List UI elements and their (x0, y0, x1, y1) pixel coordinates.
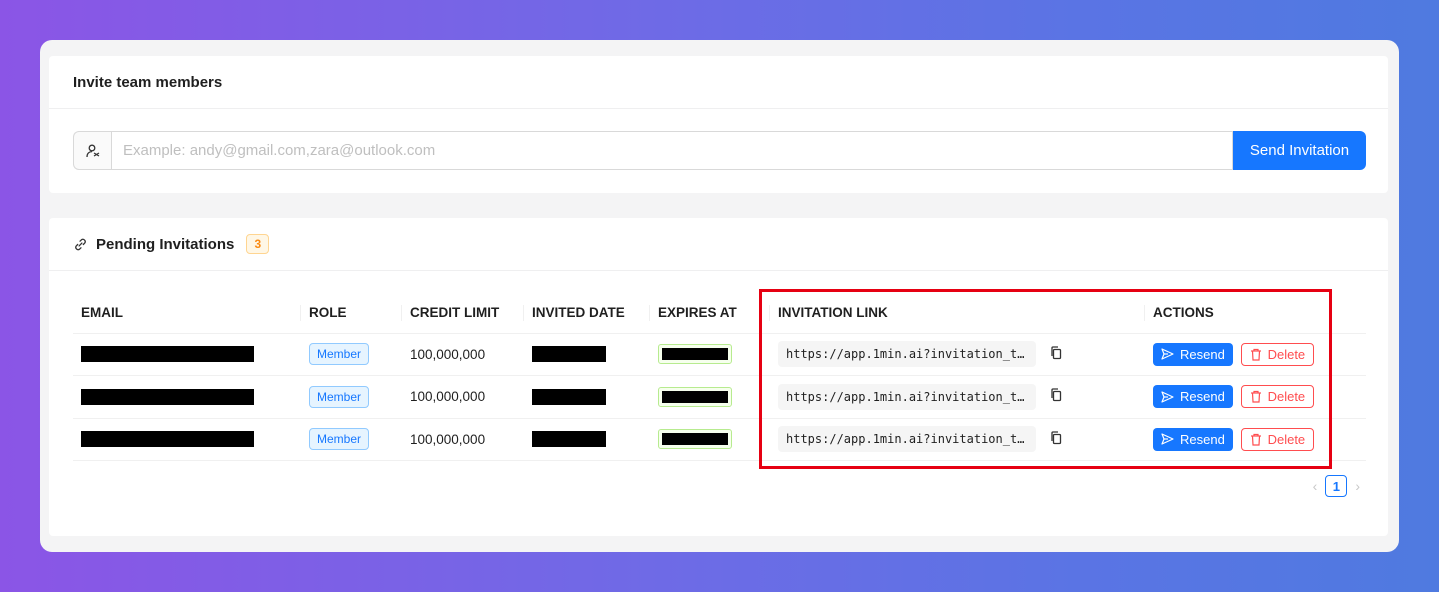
send-invitation-button[interactable]: Send Invitation (1233, 131, 1366, 170)
invite-form: Send Invitation (73, 131, 1366, 170)
email-input[interactable] (111, 131, 1233, 170)
pagination: ‹ 1 › (1313, 475, 1360, 497)
redacted-email (81, 346, 254, 363)
invite-card: Invite team members Send Invitation (49, 56, 1388, 193)
column-header-actions: ACTIONS (1145, 293, 1366, 334)
column-header-invited-date: INVITED DATE (524, 293, 650, 334)
copy-icon[interactable] (1050, 388, 1063, 405)
pending-header: Pending Invitations 3 (49, 218, 1388, 271)
delete-button[interactable]: Delete (1240, 427, 1315, 451)
page-number-current[interactable]: 1 (1325, 475, 1348, 497)
expires-tag (658, 429, 732, 450)
column-header-role: ROLE (301, 293, 402, 334)
table-row: Member 100,000,000 https://app.1min.ai?i… (73, 375, 1366, 419)
redacted-invited-date (532, 431, 606, 448)
invitation-link: https://app.1min.ai?invitation_to… (778, 341, 1036, 368)
redacted-email (81, 431, 254, 448)
send-icon (1161, 391, 1174, 403)
invitations-table: EMAIL ROLE CREDIT LIMIT INVITED DATE EXP… (73, 293, 1366, 461)
trash-icon (1250, 390, 1262, 403)
delete-button[interactable]: Delete (1240, 385, 1315, 409)
credit-limit: 100,000,000 (402, 375, 524, 419)
table-header-row: EMAIL ROLE CREDIT LIMIT INVITED DATE EXP… (73, 293, 1366, 334)
resend-button[interactable]: Resend (1153, 342, 1233, 366)
delete-button[interactable]: Delete (1240, 342, 1315, 366)
link-icon (73, 237, 88, 252)
trash-icon (1250, 348, 1262, 361)
role-tag: Member (309, 428, 370, 451)
table-row: Member 100,000,000 https://app.1min.ai?i… (73, 418, 1366, 461)
redacted-invited-date (532, 346, 606, 363)
user-add-icon (73, 131, 111, 170)
send-icon (1161, 348, 1174, 360)
expires-tag (658, 344, 732, 365)
pending-invitations-card: Pending Invitations 3 EMAIL ROLE CREDIT … (49, 218, 1388, 536)
column-header-expires-at: EXPIRES AT (650, 293, 770, 334)
next-page-icon[interactable]: › (1355, 478, 1360, 494)
role-tag: Member (309, 385, 370, 408)
expires-tag (658, 386, 732, 407)
redacted-expires (662, 433, 728, 446)
pending-title: Pending Invitations (96, 235, 235, 253)
resend-button[interactable]: Resend (1153, 385, 1233, 409)
redacted-expires (662, 390, 728, 403)
table-row: Member 100,000,000 https://app.1min.ai?i… (73, 333, 1366, 376)
column-header-invitation-link: INVITATION LINK (770, 293, 1145, 334)
trash-icon (1250, 433, 1262, 446)
pending-count-badge: 3 (246, 234, 270, 254)
column-header-email: EMAIL (73, 293, 301, 334)
page-frame: Invite team members Send Invitation (40, 40, 1399, 552)
copy-icon[interactable] (1050, 346, 1063, 363)
redacted-email (81, 388, 254, 405)
credit-limit: 100,000,000 (402, 333, 524, 376)
resend-button[interactable]: Resend (1153, 427, 1233, 451)
redacted-expires (662, 348, 728, 361)
invite-title: Invite team members (49, 56, 1388, 109)
role-tag: Member (309, 343, 370, 366)
credit-limit: 100,000,000 (402, 418, 524, 461)
invitation-link: https://app.1min.ai?invitation_to… (778, 383, 1036, 410)
copy-icon[interactable] (1050, 431, 1063, 448)
redacted-invited-date (532, 388, 606, 405)
column-header-credit-limit: CREDIT LIMIT (402, 293, 524, 334)
prev-page-icon[interactable]: ‹ (1313, 478, 1318, 494)
send-icon (1161, 433, 1174, 445)
invitation-link: https://app.1min.ai?invitation_to… (778, 426, 1036, 453)
